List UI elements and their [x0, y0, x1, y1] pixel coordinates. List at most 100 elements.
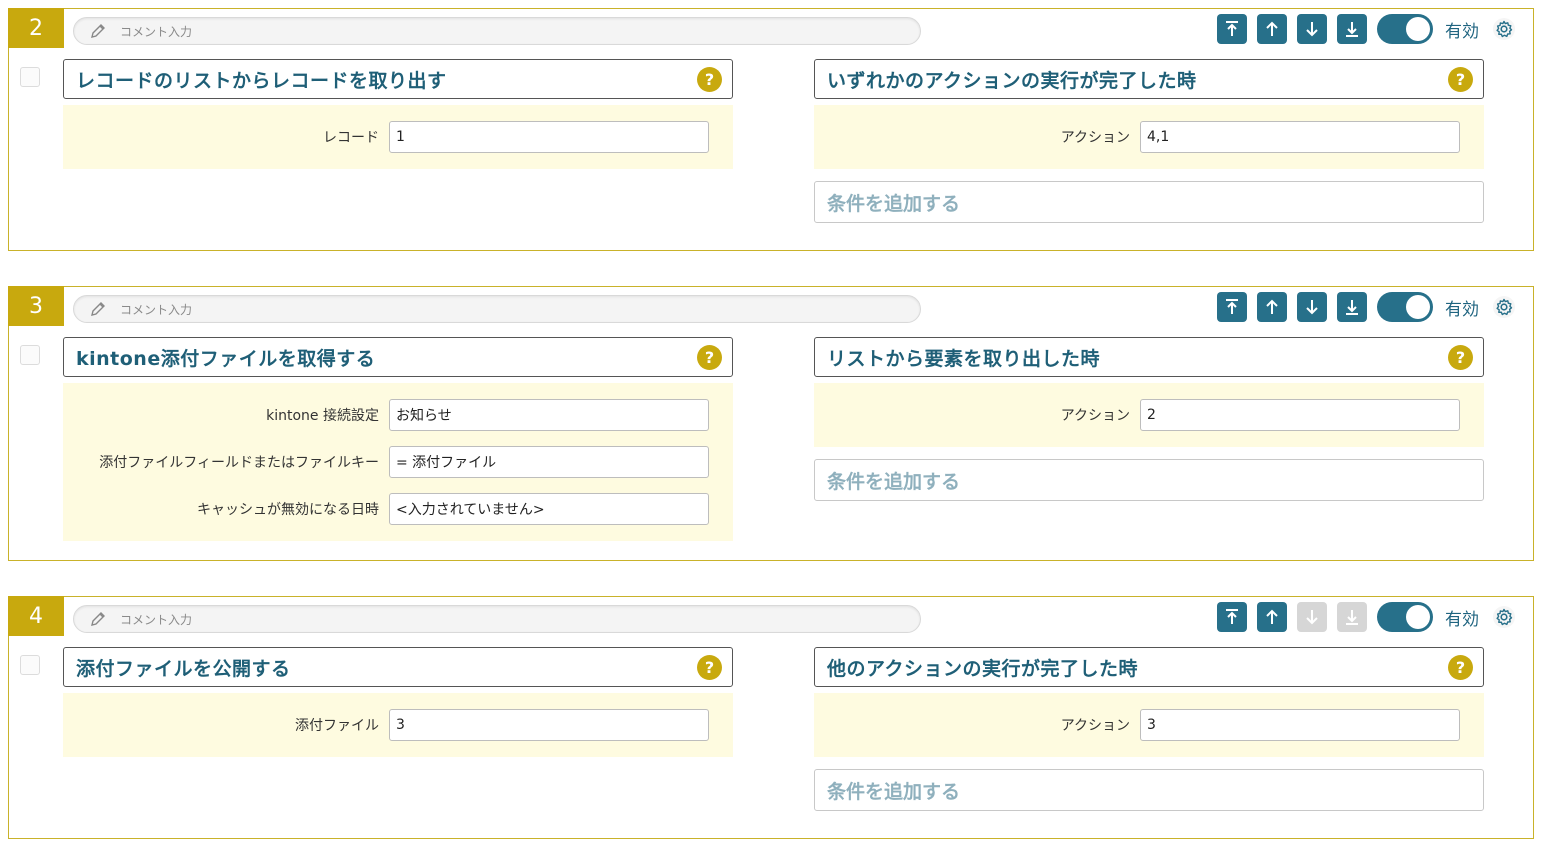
step-card: 3 コメント入力 有効 kintone添付ファイルを取得する ? kintone… — [8, 286, 1534, 561]
field-label: 添付ファイル — [295, 718, 379, 734]
field-input[interactable]: 1 — [389, 121, 709, 153]
enabled-toggle[interactable] — [1377, 292, 1433, 322]
step-card: 4 コメント入力 有効 添付ファイルを公開する ? 添付ファイル 3 他のアクシ… — [8, 596, 1534, 839]
settings-button[interactable] — [1493, 296, 1515, 318]
arrow-down-icon — [1306, 22, 1318, 37]
arrow-down-icon — [1306, 300, 1318, 315]
field-label: 添付ファイルフィールドまたはファイルキー — [99, 455, 379, 471]
trigger-header[interactable]: 他のアクションの実行が完了した時 ? — [814, 647, 1484, 687]
move-up-button[interactable] — [1257, 14, 1287, 44]
help-icon[interactable]: ? — [697, 67, 722, 92]
field-input[interactable]: = 添付ファイル — [389, 446, 709, 478]
pencil-icon — [91, 24, 105, 38]
field-row: アクション 2 — [814, 398, 1484, 432]
arrow-down-icon — [1306, 610, 1318, 625]
field-row: 添付ファイル 3 — [63, 708, 733, 742]
field-input[interactable]: 3 — [389, 709, 709, 741]
trigger-title: リストから要素を取り出した時 — [827, 347, 1101, 370]
add-condition-button[interactable]: 条件を追加する — [814, 769, 1484, 811]
enabled-toggle[interactable] — [1377, 14, 1433, 44]
toggle-knob — [1406, 17, 1430, 41]
settings-button[interactable] — [1493, 606, 1515, 628]
comment-input[interactable]: コメント入力 — [73, 605, 921, 633]
trigger-title: 他のアクションの実行が完了した時 — [827, 657, 1139, 680]
trigger-title: いずれかのアクションの実行が完了した時 — [827, 69, 1197, 92]
step-card: 2 コメント入力 有効 レコードのリストからレコードを取り出す ? レコード 1… — [8, 8, 1534, 251]
field-input[interactable]: 2 — [1140, 399, 1460, 431]
action-header[interactable]: 添付ファイルを公開する ? — [63, 647, 733, 687]
move-down-button[interactable] — [1297, 14, 1327, 44]
enabled-label: 有効 — [1445, 21, 1479, 42]
action-panel: kintone添付ファイルを取得する ? kintone 接続設定 お知らせ 添… — [63, 337, 733, 541]
select-checkbox[interactable] — [20, 345, 40, 365]
add-condition-button[interactable]: 条件を追加する — [814, 459, 1484, 501]
field-label: アクション — [1060, 718, 1130, 734]
arrow-bottom-icon — [1346, 22, 1358, 37]
help-icon[interactable]: ? — [697, 345, 722, 370]
action-title: kintone添付ファイルを取得する — [76, 347, 376, 370]
move-bottom-button[interactable] — [1337, 292, 1367, 322]
arrow-up-icon — [1266, 609, 1278, 624]
pencil-icon — [91, 612, 105, 626]
field-row: キャッシュが無効になる日時 <入力されていません> — [63, 492, 733, 526]
step-toolbar: 有効 — [1217, 14, 1515, 44]
move-top-button[interactable] — [1217, 292, 1247, 322]
action-fields: 添付ファイル 3 — [63, 693, 733, 757]
select-checkbox[interactable] — [20, 655, 40, 675]
select-checkbox[interactable] — [20, 67, 40, 87]
step-toolbar: 有効 — [1217, 602, 1515, 632]
gear-icon — [1496, 608, 1513, 626]
trigger-panel: リストから要素を取り出した時 ? アクション 2 条件を追加する — [814, 337, 1484, 501]
action-header[interactable]: レコードのリストからレコードを取り出す ? — [63, 59, 733, 99]
field-input[interactable]: お知らせ — [389, 399, 709, 431]
field-input[interactable]: 3 — [1140, 709, 1460, 741]
trigger-header[interactable]: いずれかのアクションの実行が完了した時 ? — [814, 59, 1484, 99]
move-bottom-button[interactable] — [1337, 14, 1367, 44]
pencil-icon — [91, 302, 105, 316]
move-down-button[interactable] — [1297, 292, 1327, 322]
trigger-header[interactable]: リストから要素を取り出した時 ? — [814, 337, 1484, 377]
field-row: 添付ファイルフィールドまたはファイルキー = 添付ファイル — [63, 445, 733, 479]
field-row: レコード 1 — [63, 120, 733, 154]
action-title: レコードのリストからレコードを取り出す — [76, 69, 447, 92]
arrow-top-icon — [1226, 609, 1238, 624]
move-down-button — [1297, 602, 1327, 632]
move-bottom-button — [1337, 602, 1367, 632]
step-toolbar: 有効 — [1217, 292, 1515, 322]
comment-input[interactable]: コメント入力 — [73, 295, 921, 323]
trigger-fields: アクション 3 — [814, 693, 1484, 757]
help-icon[interactable]: ? — [1448, 345, 1473, 370]
enabled-toggle[interactable] — [1377, 602, 1433, 632]
field-input[interactable]: 4,1 — [1140, 121, 1460, 153]
arrow-top-icon — [1226, 21, 1238, 36]
step-number: 4 — [8, 596, 64, 636]
arrow-top-icon — [1226, 299, 1238, 314]
action-title: 添付ファイルを公開する — [76, 657, 291, 680]
enabled-label: 有効 — [1445, 299, 1479, 320]
field-label: アクション — [1060, 130, 1130, 146]
enabled-label: 有効 — [1445, 609, 1479, 630]
comment-placeholder: コメント入力 — [120, 612, 193, 627]
comment-input[interactable]: コメント入力 — [73, 17, 921, 45]
gear-icon — [1496, 298, 1513, 316]
action-header[interactable]: kintone添付ファイルを取得する ? — [63, 337, 733, 377]
field-label: レコード — [323, 130, 379, 146]
arrow-up-icon — [1266, 21, 1278, 36]
field-label: キャッシュが無効になる日時 — [197, 502, 379, 518]
help-icon[interactable]: ? — [1448, 655, 1473, 680]
settings-button[interactable] — [1493, 18, 1515, 40]
trigger-fields: アクション 4,1 — [814, 105, 1484, 169]
comment-placeholder: コメント入力 — [120, 24, 193, 39]
add-condition-button[interactable]: 条件を追加する — [814, 181, 1484, 223]
move-top-button[interactable] — [1217, 14, 1247, 44]
move-top-button[interactable] — [1217, 602, 1247, 632]
move-up-button[interactable] — [1257, 602, 1287, 632]
help-icon[interactable]: ? — [1448, 67, 1473, 92]
field-input[interactable]: <入力されていません> — [389, 493, 709, 525]
action-panel: レコードのリストからレコードを取り出す ? レコード 1 — [63, 59, 733, 169]
field-row: アクション 4,1 — [814, 120, 1484, 154]
action-panel: 添付ファイルを公開する ? 添付ファイル 3 — [63, 647, 733, 757]
move-up-button[interactable] — [1257, 292, 1287, 322]
field-row: アクション 3 — [814, 708, 1484, 742]
help-icon[interactable]: ? — [697, 655, 722, 680]
